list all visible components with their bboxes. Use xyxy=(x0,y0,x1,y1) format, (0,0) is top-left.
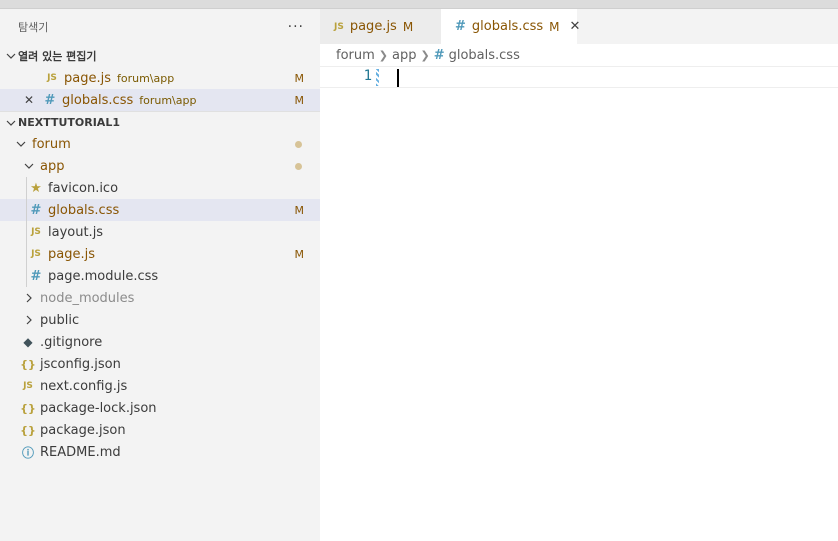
json-file-icon: {} xyxy=(20,357,36,371)
css-file-icon: # xyxy=(30,268,42,284)
explorer-header: 탐색기 ··· xyxy=(0,9,320,45)
chevron-right-icon xyxy=(22,315,36,325)
project-header[interactable]: NEXTTUTORIAL1 xyxy=(0,111,320,133)
tab-globals-css[interactable]: # globals.css M ✕ xyxy=(441,9,580,44)
indent-guide xyxy=(26,199,27,221)
chevron-down-icon xyxy=(4,118,18,128)
tree-file-page-js[interactable]: JS page.js M xyxy=(0,243,320,265)
breadcrumb-forum[interactable]: forum xyxy=(336,48,375,63)
tree-item-label: jsconfig.json xyxy=(40,356,121,372)
git-icon: ◆ xyxy=(23,335,33,349)
tree-item-label: forum xyxy=(32,136,71,152)
js-file-icon: JS xyxy=(23,381,33,391)
tab-label: page.js xyxy=(349,19,397,34)
tree-file-gitignore[interactable]: ◆ .gitignore xyxy=(0,331,320,353)
added-line-gutter-marker xyxy=(376,69,379,86)
modified-dot xyxy=(295,162,302,170)
project-label: NEXTTUTORIAL1 xyxy=(18,116,120,129)
json-file-icon: {} xyxy=(20,401,36,415)
chevron-right-icon xyxy=(22,293,36,303)
open-editor-path: forum\app xyxy=(117,71,175,85)
tree-item-label: favicon.ico xyxy=(48,180,119,196)
open-editor-page-js[interactable]: JS page.js forum\app M xyxy=(0,67,320,89)
indent-guide xyxy=(26,177,27,199)
tree-item-label: package-lock.json xyxy=(40,400,157,416)
js-file-icon: JS xyxy=(334,21,344,32)
tree-file-package-json[interactable]: {} package.json xyxy=(0,419,320,441)
modified-badge: M xyxy=(294,203,305,217)
code-line-1[interactable]: 1 xyxy=(320,66,838,88)
more-actions-icon[interactable]: ··· xyxy=(288,19,304,35)
explorer-title: 탐색기 xyxy=(18,21,49,34)
css-file-icon: # xyxy=(455,19,466,34)
modified-badge: M xyxy=(294,93,305,107)
tree-item-label: app xyxy=(40,158,65,174)
tree-file-next-config[interactable]: JS next.config.js xyxy=(0,375,320,397)
chevron-down-icon xyxy=(4,51,18,61)
chevron-right-icon: ❯ xyxy=(420,48,430,62)
open-editor-name: globals.css xyxy=(62,92,134,108)
line-number: 1 xyxy=(363,68,372,84)
chevron-right-icon: ❯ xyxy=(378,48,388,62)
tab-label: globals.css xyxy=(471,19,544,34)
tree-file-jsconfig[interactable]: {} jsconfig.json xyxy=(0,353,320,375)
js-file-icon: JS xyxy=(31,249,41,259)
modified-badge: M xyxy=(549,19,560,34)
indent-guide xyxy=(26,221,27,243)
indent-guide xyxy=(26,243,27,265)
tree-file-favicon[interactable]: ★ favicon.ico xyxy=(0,177,320,199)
editor-tabs: JS page.js M # globals.css M ✕ xyxy=(320,9,838,44)
js-file-icon: JS xyxy=(31,227,41,237)
breadcrumb: forum ❯ app ❯ # globals.css xyxy=(320,44,838,66)
star-icon: ★ xyxy=(30,180,42,196)
tree-file-layout-js[interactable]: JS layout.js xyxy=(0,221,320,243)
explorer-sidebar: 탐색기 ··· 열려 있는 편집기 JS page.js forum\app M… xyxy=(0,9,320,541)
tree-item-label: public xyxy=(40,312,80,328)
tree-file-page-module-css[interactable]: # page.module.css xyxy=(0,265,320,287)
tree-item-label: README.md xyxy=(40,444,121,460)
tree-item-label: globals.css xyxy=(48,202,120,218)
tree-item-label: package.json xyxy=(40,422,126,438)
chevron-down-icon xyxy=(14,139,28,149)
modified-dot xyxy=(295,140,302,148)
tree-folder-node-modules[interactable]: node_modules xyxy=(0,287,320,309)
tree-folder-forum[interactable]: forum xyxy=(0,133,320,155)
close-icon[interactable]: ✕ xyxy=(22,93,36,107)
js-file-icon: JS xyxy=(47,73,57,83)
json-file-icon: {} xyxy=(20,423,36,437)
tree-folder-app[interactable]: app xyxy=(0,155,320,177)
open-editors-label: 열려 있는 편집기 xyxy=(18,50,97,63)
breadcrumb-app[interactable]: app xyxy=(392,48,416,63)
open-editor-name: page.js xyxy=(64,70,111,86)
info-icon: ⓘ xyxy=(21,445,34,460)
css-file-icon: # xyxy=(433,47,445,63)
chevron-down-icon xyxy=(22,161,36,171)
css-file-icon: # xyxy=(44,92,56,108)
css-file-icon: # xyxy=(30,202,42,218)
tab-page-js[interactable]: JS page.js M xyxy=(320,9,441,44)
tree-file-readme[interactable]: ⓘ README.md xyxy=(0,441,320,463)
close-icon[interactable]: ✕ xyxy=(570,19,581,34)
modified-badge: M xyxy=(294,71,305,85)
modified-badge: M xyxy=(294,247,305,261)
tree-item-label: next.config.js xyxy=(40,378,128,394)
tree-file-package-lock[interactable]: {} package-lock.json xyxy=(0,397,320,419)
indent-guide xyxy=(26,265,27,287)
breadcrumb-file[interactable]: globals.css xyxy=(449,48,520,63)
open-editor-path: forum\app xyxy=(139,93,197,107)
text-cursor xyxy=(397,69,399,87)
tree-folder-public[interactable]: public xyxy=(0,309,320,331)
editor-area: JS page.js M # globals.css M ✕ forum ❯ a… xyxy=(320,9,838,541)
tree-item-label: layout.js xyxy=(48,224,104,240)
tree-item-label: page.module.css xyxy=(48,268,159,284)
open-editors-header[interactable]: 열려 있는 편집기 xyxy=(0,45,320,67)
open-editor-globals-css[interactable]: ✕ # globals.css forum\app M xyxy=(0,89,320,111)
tree-item-label: .gitignore xyxy=(40,334,103,350)
tree-item-label: page.js xyxy=(48,246,95,262)
title-bar xyxy=(0,0,838,9)
tree-item-label: node_modules xyxy=(40,290,135,306)
tree-file-globals-css[interactable]: # globals.css M xyxy=(0,199,320,221)
modified-badge: M xyxy=(402,19,414,34)
